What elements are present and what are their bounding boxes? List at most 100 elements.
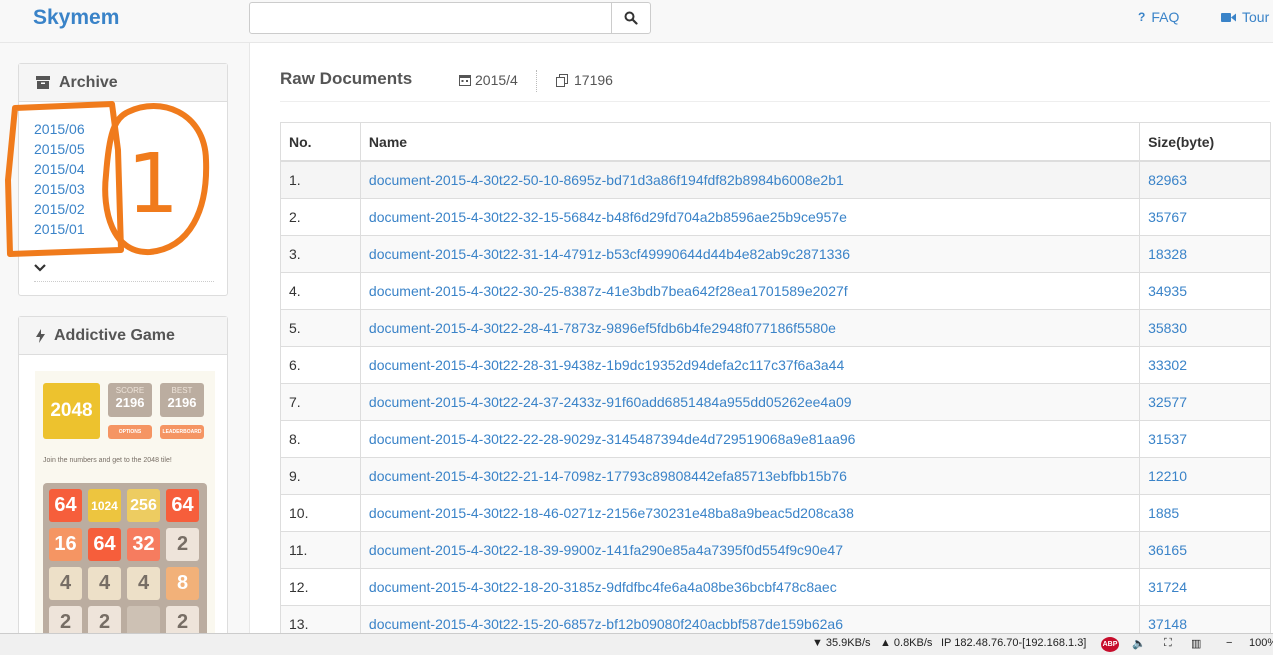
row-number: 5. [280, 309, 361, 347]
archive-item-2015-06[interactable]: 2015/06 [34, 119, 85, 139]
document-name-link[interactable]: document-2015-4-30t22-28-31-9438z-1b9dc1… [359, 346, 1141, 384]
document-name-link[interactable]: document-2015-4-30t22-28-41-7873z-9896ef… [359, 309, 1141, 347]
archive-title: Archive [59, 73, 118, 91]
meta-separator [536, 70, 537, 92]
question-icon: ? [1138, 10, 1146, 24]
expand-icon: ⛶ [1164, 637, 1172, 649]
top-navbar: Skymem ? FAQ Tour [0, 0, 1273, 43]
document-size-link[interactable]: 18328 [1139, 235, 1271, 273]
document-name-link[interactable]: document-2015-4-30t22-22-28-9029z-314548… [359, 420, 1141, 458]
table-row: 12. document-2015-4-30t22-18-20-3185z-9df… [280, 568, 1271, 606]
table-row: 5. document-2015-4-30t22-28-41-7873z-9896… [280, 309, 1271, 347]
game-tile: 32 [127, 528, 160, 561]
archive-panel: Archive 2015/06 2015/05 2015/04 2015/03 … [18, 63, 228, 296]
game-tile: 4 [127, 567, 160, 600]
nav-tour-link[interactable]: Tour [1221, 9, 1269, 25]
document-name-link[interactable]: document-2015-4-30t22-24-37-2433z-91f60a… [359, 383, 1141, 421]
document-size-link[interactable]: 34935 [1139, 272, 1271, 310]
game-tile: 64 [166, 489, 199, 522]
meta-count: 17196 [556, 72, 613, 88]
document-size-link[interactable]: 32577 [1139, 383, 1271, 421]
adblock-plus-button[interactable]: ABP [1101, 637, 1119, 652]
document-size-link[interactable]: 33302 [1139, 346, 1271, 384]
nav-faq-link[interactable]: ? FAQ [1138, 9, 1179, 25]
document-size-link[interactable]: 1885 [1139, 494, 1271, 532]
split-view-button[interactable]: ▥ [1191, 637, 1201, 650]
brand-logo[interactable]: Skymem [33, 6, 119, 30]
zoom-level[interactable]: 100% [1249, 637, 1273, 649]
browser-status-bar: ▼ 35.9KB/s ▲ 0.8KB/s IP 182.48.76.70-[19… [0, 633, 1273, 655]
game-panel-header: Addictive Game [19, 317, 227, 355]
upload-arrow-icon: ▲ [880, 637, 891, 649]
archive-item-2015-02[interactable]: 2015/02 [34, 199, 85, 219]
row-number: 8. [280, 420, 361, 458]
column-header-no: No. [280, 122, 361, 162]
game-tile: 64 [88, 528, 121, 561]
document-size-link[interactable]: 82963 [1139, 160, 1271, 199]
archive-panel-header: Archive [19, 64, 227, 102]
document-name-link[interactable]: document-2015-4-30t22-32-15-5684z-b48f6d… [359, 198, 1141, 236]
game-tile: 16 [49, 528, 82, 561]
game-score-box: SCORE 2196 [108, 383, 152, 417]
table-row: 10. document-2015-4-30t22-18-46-0271z-215… [280, 494, 1271, 532]
column-header-size: Size(byte) [1139, 122, 1271, 162]
document-size-link[interactable]: 36165 [1139, 531, 1271, 569]
archive-list: 2015/06 2015/05 2015/04 2015/03 2015/02 … [34, 119, 85, 239]
row-number: 7. [280, 383, 361, 421]
minus-icon: − [1226, 637, 1233, 649]
document-name-link[interactable]: document-2015-4-30t22-30-25-8387z-41e3bd… [359, 272, 1141, 310]
upload-speed-value: 0.8KB/s [893, 637, 933, 649]
table-row: 3. document-2015-4-30t22-31-14-4791z-b53c… [280, 235, 1271, 273]
document-size-link[interactable]: 12210 [1139, 457, 1271, 495]
row-number: 9. [280, 457, 361, 495]
meta-date: 2015/4 [459, 72, 518, 88]
archive-box-icon [36, 76, 50, 89]
volume-button[interactable]: 🔈 [1132, 637, 1146, 650]
document-size-link[interactable]: 31537 [1139, 420, 1271, 458]
nav-tour-label: Tour [1242, 9, 1270, 25]
row-number: 4. [280, 272, 361, 310]
archive-item-2015-01[interactable]: 2015/01 [34, 219, 85, 239]
table-row: 4. document-2015-4-30t22-30-25-8387z-41e3… [280, 272, 1271, 310]
document-name-link[interactable]: document-2015-4-30t22-50-10-8695z-bd71d3… [359, 160, 1141, 199]
document-size-link[interactable]: 31724 [1139, 568, 1271, 606]
document-size-link[interactable]: 35830 [1139, 309, 1271, 347]
game-board: 64 1024 256 64 16 64 32 2 4 4 4 8 2 2 2 [43, 483, 207, 651]
document-name-link[interactable]: document-2015-4-30t22-18-39-9900z-141fa2… [359, 531, 1141, 569]
game-tile: 8 [166, 567, 199, 600]
download-arrow-icon: ▼ [812, 637, 823, 649]
document-size-link[interactable]: 35767 [1139, 198, 1271, 236]
row-number: 11. [280, 531, 361, 569]
archive-expand-toggle[interactable] [34, 259, 214, 282]
speaker-icon: 🔈 [1132, 638, 1146, 650]
table-header-row: No. Name Size(byte) [280, 122, 1271, 162]
archive-item-2015-04[interactable]: 2015/04 [34, 159, 85, 179]
row-number: 3. [280, 235, 361, 273]
game-2048-banner[interactable]: 2048 SCORE 2196 BEST 2196 OPTIONS LEADER… [35, 371, 215, 651]
column-header-name: Name [359, 122, 1141, 162]
game-title: Addictive Game [54, 326, 175, 344]
archive-item-2015-05[interactable]: 2015/05 [34, 139, 85, 159]
adblock-plus-icon: ABP [1101, 637, 1119, 652]
game-tile: 256 [127, 489, 160, 522]
archive-item-2015-03[interactable]: 2015/03 [34, 179, 85, 199]
search-button[interactable] [611, 3, 650, 33]
meta-date-value: 2015/4 [475, 72, 518, 88]
search-icon [624, 11, 638, 25]
row-number: 1. [280, 160, 361, 199]
table-row: 9. document-2015-4-30t22-21-14-7098z-1779… [280, 457, 1271, 495]
table-row: 8. document-2015-4-30t22-22-28-9029z-3145… [280, 420, 1271, 458]
best-value: 2196 [167, 395, 197, 410]
search-input[interactable] [250, 3, 614, 33]
game-tile: 1024 [88, 489, 121, 522]
document-name-link[interactable]: document-2015-4-30t22-21-14-7098z-17793c… [359, 457, 1141, 495]
ip-address: IP 182.48.76.70-[192.168.1.3] [941, 637, 1087, 649]
document-name-link[interactable]: document-2015-4-30t22-18-20-3185z-9dfdfb… [359, 568, 1141, 606]
upload-speed: ▲ 0.8KB/s [880, 637, 932, 649]
fullscreen-button[interactable]: ⛶ [1164, 637, 1172, 650]
document-name-link[interactable]: document-2015-4-30t22-18-46-0271z-2156e7… [359, 494, 1141, 532]
table-row: 1. document-2015-4-30t22-50-10-8695z-bd71… [280, 160, 1271, 199]
document-name-link[interactable]: document-2015-4-30t22-31-14-4791z-b53cf4… [359, 235, 1141, 273]
zoom-out-button[interactable]: − [1226, 637, 1232, 649]
game-tile: 4 [49, 567, 82, 600]
